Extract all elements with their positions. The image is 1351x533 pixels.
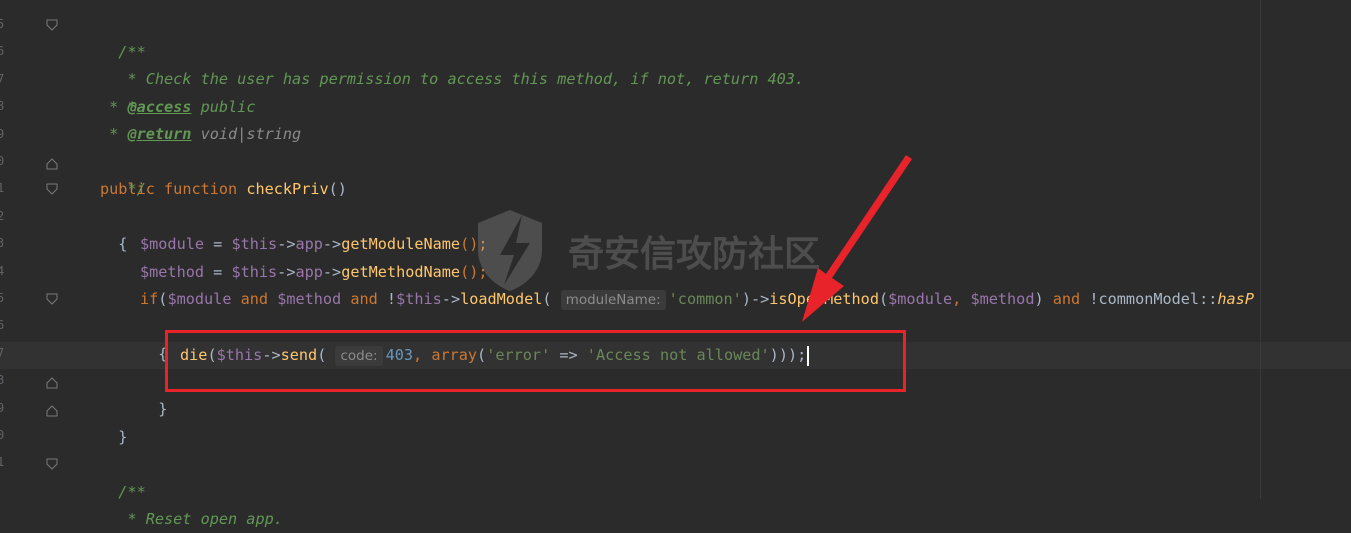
operator: ! bbox=[1089, 290, 1099, 308]
method-call: getModuleName bbox=[341, 235, 461, 253]
code-line[interactable]: } bbox=[140, 369, 167, 418]
code-line[interactable]: * bbox=[100, 67, 136, 116]
code-line[interactable]: { bbox=[100, 204, 127, 253]
line-number: 6 bbox=[0, 318, 5, 333]
line-number: 3 bbox=[0, 236, 5, 251]
operator: -> bbox=[277, 263, 296, 281]
operator: -> bbox=[441, 290, 461, 308]
property: app bbox=[295, 235, 323, 253]
doc-tag: @return bbox=[127, 125, 192, 143]
fold-close-icon[interactable] bbox=[46, 156, 58, 170]
doc-comment: public bbox=[191, 98, 256, 116]
operator: ! bbox=[386, 290, 397, 308]
operator: -> bbox=[322, 235, 342, 253]
variable: $this bbox=[396, 290, 442, 308]
code-line[interactable]: $method = $this->app->getMethodName(); bbox=[140, 259, 488, 286]
code-line[interactable]: * @return void|string bbox=[100, 121, 301, 148]
operator: = bbox=[204, 235, 232, 253]
operator: = bbox=[204, 263, 232, 281]
line-number: 5 bbox=[0, 17, 5, 31]
line-number: 2 bbox=[0, 208, 5, 223]
code-line[interactable]: /** bbox=[100, 12, 145, 61]
brace: } bbox=[118, 428, 128, 446]
doc-comment: * Check the user has permission to acces… bbox=[118, 70, 805, 88]
operator: -> bbox=[322, 263, 342, 281]
property: app bbox=[295, 263, 323, 281]
class-name: commonModel bbox=[1098, 290, 1200, 308]
doc-comment: * Reset open app. bbox=[118, 510, 283, 528]
variable: $method bbox=[970, 290, 1035, 308]
line-number: 9 bbox=[0, 400, 5, 415]
fold-open-icon[interactable] bbox=[46, 183, 58, 197]
function-name: checkPriv bbox=[246, 180, 329, 198]
line-number: 6 bbox=[0, 44, 5, 59]
fold-open-icon[interactable] bbox=[46, 293, 58, 307]
operator: :: bbox=[1199, 290, 1218, 308]
keyword: if bbox=[140, 290, 159, 308]
code-line[interactable]: */ bbox=[100, 149, 145, 198]
punct: , bbox=[952, 290, 971, 308]
doc-comment: * bbox=[100, 125, 128, 143]
keyword: function bbox=[164, 180, 238, 198]
variable: $this bbox=[231, 235, 278, 253]
brace: } bbox=[158, 400, 168, 418]
line-number: 1 bbox=[0, 181, 5, 196]
line-number: 8 bbox=[0, 99, 5, 114]
shield-logo-icon bbox=[478, 210, 542, 291]
doc-comment: * bbox=[100, 98, 128, 116]
doc-type: string bbox=[246, 125, 302, 143]
line-number: 5 bbox=[0, 291, 5, 305]
highlight-box bbox=[165, 330, 906, 392]
doc-tag: @access bbox=[127, 98, 192, 116]
code-line[interactable]: $module = $this->app->getModuleName(); bbox=[140, 231, 488, 258]
operator: -> bbox=[277, 235, 296, 253]
line-number: 0 bbox=[0, 428, 5, 442]
brace: { bbox=[118, 235, 128, 253]
code-line[interactable]: * Reset open app. bbox=[100, 479, 282, 528]
line-number: 9 bbox=[0, 126, 5, 141]
doc-type: void bbox=[191, 125, 238, 143]
punct: () bbox=[328, 180, 347, 198]
method-call: getMethodName bbox=[341, 263, 461, 281]
variable: $method bbox=[140, 263, 205, 281]
code-line[interactable]: } bbox=[100, 397, 127, 446]
fold-close-icon[interactable] bbox=[46, 375, 58, 389]
doc-type-sep: | bbox=[237, 125, 247, 143]
fold-close-icon[interactable] bbox=[46, 403, 58, 417]
variable: $module bbox=[167, 290, 232, 308]
line-number: 7 bbox=[0, 71, 5, 86]
line-number: 8 bbox=[0, 373, 5, 388]
fold-open-icon[interactable] bbox=[46, 19, 58, 33]
variable: $module bbox=[140, 235, 205, 253]
code-line[interactable]: public function checkPriv() bbox=[100, 176, 347, 203]
keyword: and bbox=[341, 290, 387, 308]
code-line[interactable]: * Check the user has permission to acces… bbox=[100, 39, 804, 88]
line-number: 7 bbox=[0, 345, 5, 360]
keyword: public bbox=[100, 180, 155, 198]
line-number: 1 bbox=[0, 455, 5, 470]
annotation-arrow-icon bbox=[802, 155, 912, 322]
keyword: and bbox=[231, 290, 278, 308]
code-line[interactable]: /** bbox=[100, 452, 145, 501]
punct: ) bbox=[1034, 290, 1044, 308]
keyword: and bbox=[1043, 290, 1090, 308]
variable: $this bbox=[231, 263, 278, 281]
code-line[interactable]: { bbox=[140, 314, 167, 363]
variable: $method bbox=[277, 290, 342, 308]
line-number: 0 bbox=[0, 154, 5, 168]
right-margin-guide bbox=[1260, 0, 1261, 499]
static-method-call: hasP bbox=[1217, 290, 1254, 308]
fold-open-icon[interactable] bbox=[46, 458, 58, 472]
line-number: 4 bbox=[0, 263, 5, 278]
code-line[interactable]: * @access public bbox=[100, 94, 255, 121]
